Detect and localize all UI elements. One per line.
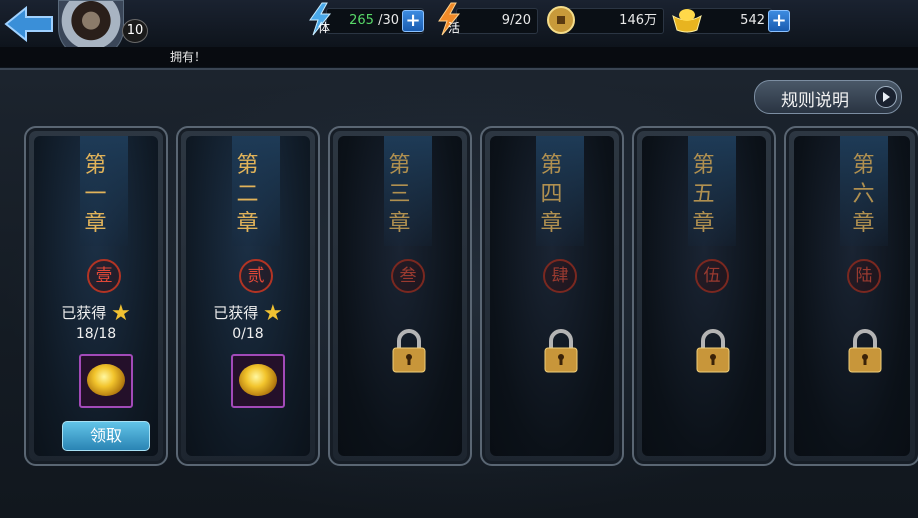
- chapter-seal: 陆: [847, 259, 881, 293]
- flame-lightning-icon: 活: [438, 2, 461, 36]
- progress-count: 18/18: [75, 326, 117, 342]
- chapter-seal: 贰: [239, 259, 273, 293]
- lightning-icon: 体: [309, 2, 332, 36]
- chapter-card-6[interactable]: 第六章 陆: [784, 126, 918, 466]
- stamina-value: 265 /30: [349, 13, 399, 28]
- chapter-title: 第一章: [84, 153, 108, 236]
- claim-button[interactable]: 领取: [62, 421, 150, 451]
- message-text: 拥有！: [170, 50, 207, 64]
- stamina-add-button[interactable]: +: [402, 10, 424, 32]
- padlock-icon: [696, 329, 730, 373]
- star-icon: ★: [111, 301, 131, 326]
- rules-button-label: 规则说明: [781, 91, 849, 111]
- chapter-card-4[interactable]: 第四章 肆: [480, 126, 624, 466]
- chapter-card-3[interactable]: 第三章 叁: [328, 126, 472, 466]
- chapter-card-1[interactable]: 第一章 壹 已获得 ★ 18/18 领取: [24, 126, 168, 466]
- rules-button[interactable]: 规则说明: [754, 80, 902, 114]
- chapter-title: 第二章: [236, 153, 260, 236]
- back-button[interactable]: [2, 4, 56, 44]
- chapter-seal: 壹: [87, 259, 121, 293]
- obtained-label: 已获得 ★: [61, 301, 131, 326]
- ingot-value: 542: [740, 13, 765, 28]
- gold-treasure-icon: [87, 364, 125, 396]
- chapter-card-5[interactable]: 第五章 伍: [632, 126, 776, 466]
- progress-count: 0/18: [232, 326, 264, 342]
- gold-ingot-icon: [672, 9, 702, 33]
- top-bar: 10 265 /30 体 + 9/20 活 146万 542 +: [0, 0, 918, 58]
- chapter-seal: 伍: [695, 259, 729, 293]
- star-icon: ★: [263, 301, 283, 326]
- vigor-resource: 9/20: [456, 8, 538, 34]
- reward-item[interactable]: [79, 354, 133, 408]
- obtained-label: 已获得 ★: [213, 301, 283, 326]
- player-level-badge: 10: [122, 19, 148, 43]
- play-arrow-icon: [875, 86, 897, 108]
- reward-item[interactable]: [231, 354, 285, 408]
- gold-treasure-icon: [239, 364, 277, 396]
- svg-text:活: 活: [448, 21, 460, 35]
- chapter-seal: 肆: [543, 259, 577, 293]
- svg-text:体: 体: [318, 21, 330, 35]
- ingot-add-button[interactable]: +: [768, 10, 790, 32]
- chapter-title: 第六章: [852, 153, 876, 236]
- padlock-icon: [544, 329, 578, 373]
- chapter-title: 第四章: [540, 153, 564, 236]
- chapter-title: 第五章: [692, 153, 716, 236]
- chapter-seal: 叁: [391, 259, 425, 293]
- chapter-card-2[interactable]: 第二章 贰 已获得 ★ 0/18: [176, 126, 320, 466]
- back-arrow-icon: [4, 5, 53, 43]
- vigor-value: 9/20: [501, 13, 531, 28]
- padlock-icon: [392, 329, 426, 373]
- padlock-icon: [848, 329, 882, 373]
- chapter-title: 第三章: [388, 153, 412, 236]
- message-bar: 拥有！: [0, 47, 918, 67]
- coin-icon: [547, 6, 575, 34]
- coin-value: 146万: [619, 13, 657, 28]
